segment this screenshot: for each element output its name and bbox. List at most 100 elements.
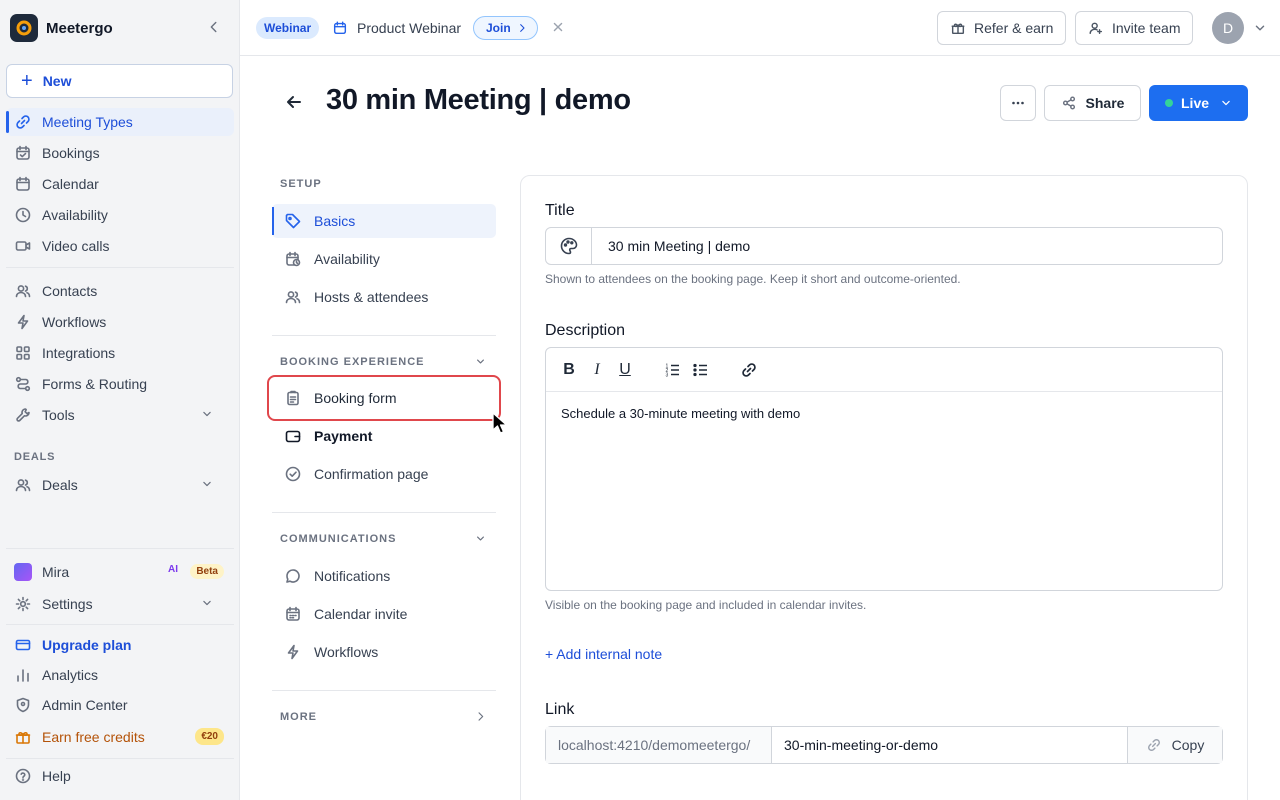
add-user-icon [1089,22,1103,35]
sidebar-item-label: Bookings [42,145,100,161]
sidebar-item-label: Video calls [42,238,110,254]
description-hint: Visible on the booking page and included… [545,598,867,612]
sidebar-item-integrations[interactable]: Integrations [6,339,234,367]
link-slug-input[interactable] [772,727,1127,763]
sidebar-item-bookings[interactable]: Bookings [6,139,234,167]
users-icon [285,291,301,304]
sidebar-item-label: Analytics [42,667,99,683]
chevron-right-icon [519,24,525,32]
tab-basics[interactable]: Basics [272,204,496,238]
chevron-down-icon[interactable] [1252,20,1268,36]
sidebar-item-label: Tools [42,407,75,423]
section-divider [272,512,496,513]
underline-button[interactable]: U [614,359,636,381]
invite-team-button[interactable]: Invite team [1075,11,1194,45]
new-button-label: New [42,73,72,89]
sidebar-divider [6,548,234,549]
collapse-sidebar-icon[interactable] [206,19,222,35]
sidebar-item-upgrade-plan[interactable]: Upgrade plan [6,631,234,659]
tab-notifications[interactable]: Notifications [272,559,496,593]
beta-badge: Beta [190,564,224,579]
ordered-list-icon[interactable]: 123 [662,359,684,381]
users-icon [15,285,31,298]
bullet-list-icon[interactable] [690,359,712,381]
tab-confirmation-page[interactable]: Confirmation page [272,457,496,491]
tab-calendar-invite[interactable]: Calendar invite [272,597,496,631]
tab-payment[interactable]: Payment [272,419,496,453]
sidebar-item-contacts[interactable]: Contacts [6,277,234,305]
sidebar-item-tools[interactable]: Tools [6,401,234,429]
lightning-icon [287,644,299,660]
chevron-right-icon[interactable] [474,710,487,723]
wallet-icon [285,430,301,443]
sidebar-item-settings[interactable]: Settings [6,590,234,618]
join-label: Join [486,21,511,35]
sidebar-item-earn-credits[interactable]: Earn free credits €20 [6,723,234,751]
sidebar-item-label: Forms & Routing [42,376,148,392]
close-icon[interactable] [550,19,566,35]
more-options-button[interactable] [1000,85,1036,121]
link-icon[interactable] [738,359,760,381]
sidebar-item-video-calls[interactable]: Video calls [6,232,234,260]
live-status-button[interactable]: Live [1149,85,1248,121]
sidebar-divider [6,624,234,625]
tab-hosts-attendees[interactable]: Hosts & attendees [272,280,496,314]
booking-form-highlight [267,375,501,421]
sidebar-item-help[interactable]: Help [6,762,234,790]
new-button[interactable]: + New [6,64,233,98]
link-icon [16,115,30,129]
active-tab-indicator [272,207,274,235]
sidebar-item-deals[interactable]: Deals [6,471,234,499]
sidebar-item-label: Integrations [42,345,116,361]
sidebar-item-admin-center[interactable]: Admin Center [6,691,234,719]
more-section-label[interactable]: MORE [280,711,317,723]
add-internal-note-link[interactable]: + Add internal note [545,646,662,662]
title-input[interactable] [592,228,1222,264]
clock-icon [15,207,31,223]
svg-text:3: 3 [666,372,669,378]
sidebar-item-label: Deals [42,477,78,493]
description-label: Description [545,322,626,339]
bold-button[interactable]: B [558,359,580,381]
copy-button[interactable]: Copy [1127,727,1222,763]
communications-section-label: COMMUNICATIONS [280,533,397,545]
sidebar-item-availability[interactable]: Availability [6,201,234,229]
sidebar-item-forms-routing[interactable]: Forms & Routing [6,370,234,398]
chevron-down-icon[interactable] [474,355,487,368]
gear-icon [15,596,31,612]
webinar-badge: Webinar [256,17,320,39]
refer-earn-button[interactable]: Refer & earn [937,11,1067,45]
tab-label: Calendar invite [314,606,408,622]
share-label: Share [1085,95,1125,111]
webinar-title[interactable]: Product Webinar [332,17,461,39]
join-button[interactable]: Join [473,16,538,40]
tab-workflows[interactable]: Workflows [272,635,496,669]
sidebar-item-label: Availability [42,207,108,223]
credit-card-icon [15,639,31,651]
sidebar-item-analytics[interactable]: Analytics [6,661,234,689]
active-indicator [6,111,9,133]
sidebar-item-workflows[interactable]: Workflows [6,308,234,336]
chevron-down-icon[interactable] [474,532,487,545]
brand: Meetergo [10,13,230,43]
tab-availability[interactable]: Availability [272,242,496,276]
sidebar-item-label: Contacts [42,283,98,299]
sidebar-item-label: Calendar [42,176,99,192]
chevron-down-icon [1222,100,1230,106]
italic-button[interactable]: I [586,359,608,381]
share-button[interactable]: Share [1044,85,1141,121]
sidebar-item-meeting-types[interactable]: Meeting Types [6,108,234,136]
palette-icon[interactable] [546,228,592,264]
sidebar-item-calendar[interactable]: Calendar [6,170,234,198]
app-name: Meetergo [46,19,113,37]
description-content[interactable]: Schedule a 30-minute meeting with demo [546,392,1222,435]
sidebar-item-mira[interactable]: Mira AI Beta [6,558,234,586]
sidebar-item-label: Mira [42,564,70,580]
copy-label: Copy [1171,737,1205,753]
link-field: localhost:4210/demomeetergo/ Copy [545,726,1223,764]
calendar-icon [333,21,347,35]
sidebar-divider [6,758,234,759]
avatar[interactable]: D [1212,12,1244,44]
back-arrow-icon[interactable] [284,92,304,112]
calendar-icon [16,176,30,191]
